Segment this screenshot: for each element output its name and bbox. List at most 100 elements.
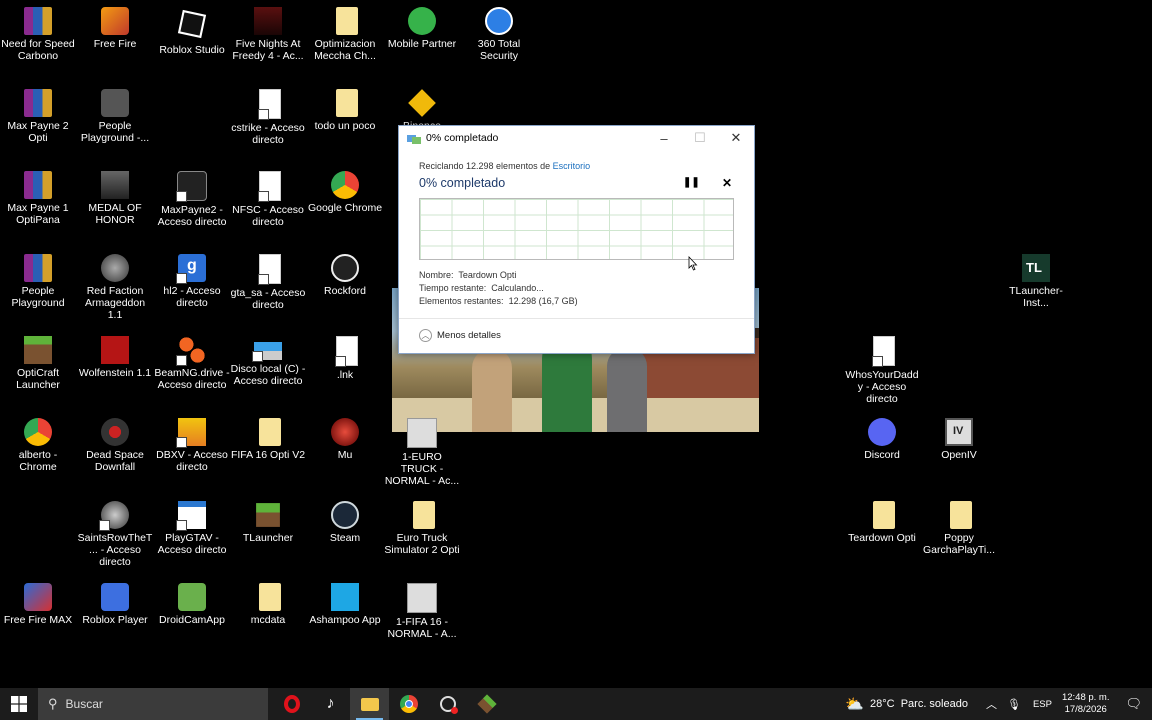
desktop-icon[interactable]: cstrike - Acceso directo [230,85,306,146]
desktop-icon[interactable]: Google Chrome [307,167,383,214]
desktop-icon[interactable]: DBXV - Acceso directo [154,414,230,473]
desktop-icon[interactable]: Five Nights At Freedy 4 - Ac... [230,3,306,62]
desktop-icon[interactable]: BeamNG.drive - Acceso directo [154,332,230,391]
medal-of-honor-icon [101,171,129,199]
winrar-icon [24,89,52,117]
desktop-icon[interactable]: Dead Space Downfall [77,414,153,473]
desktop-icon[interactable]: IV OpenIV [921,414,997,461]
desktop-icon-label: todo un poco [314,120,376,132]
less-details-button[interactable]: ︿ Menos detalles [419,329,501,342]
desktop-icon[interactable]: OptiCraft Launcher [0,332,76,391]
taskbar: ⚲ Buscar ♪ ⛅ 28°C Parc. soleado ︿ 🎙 ESP … [0,688,1152,720]
folder-icon [335,89,358,117]
minimize-button[interactable]: – [646,126,682,150]
desktop-icon[interactable]: MEDAL OF HONOR [77,167,153,226]
desktop-icon[interactable]: Teardown Opti [844,497,920,544]
windows-logo-icon [11,696,27,712]
folder-icon [258,418,281,446]
desktop-icon[interactable]: Optimizacion Meccha Ch... [307,3,383,62]
tlauncher-installer-icon: TL [1022,254,1050,282]
desktop-icon[interactable]: People Playground -... [77,85,153,144]
chevron-up-icon[interactable]: ︿ [986,696,997,712]
weather-text[interactable]: 28°C Parc. soleado [870,698,968,710]
settings-file-icon [407,418,437,448]
desktop-icon[interactable]: WhosYourDaddy - Acceso directo [844,332,920,405]
desktop-icon[interactable]: Need for Speed Carbono [0,3,76,62]
wolfenstein-icon [101,336,129,364]
roblox-icon [101,583,129,611]
notifications-icon[interactable]: 🗨 [1125,696,1142,712]
language-indicator[interactable]: ESP [1033,699,1052,710]
desktop-icon[interactable]: Free Fire [77,3,153,50]
minecraft-icon [476,694,497,714]
desktop-icon[interactable]: FIFA 16 Opti V2 [230,414,306,461]
weather-icon[interactable]: ⛅ [845,695,864,713]
mouse-cursor-icon [688,256,698,271]
desktop-icon-label: Teardown Opti [848,532,916,544]
taskbar-app-file-explorer[interactable] [350,688,389,720]
desktop-icon[interactable]: Max Payne 2 Opti [0,85,76,144]
desktop-icon[interactable]: Free Fire MAX [0,579,76,626]
taskbar-app-opera[interactable] [272,688,311,720]
desktop-icon[interactable]: mcdata [230,579,306,626]
taskbar-app-minecraft[interactable] [467,688,506,720]
dialog-title: 0% completado [426,132,499,144]
desktop-icon[interactable]: DroidCamApp [154,579,230,626]
chrome-icon [24,418,52,446]
desktop-icon[interactable]: Mobile Partner [384,3,460,50]
desktop-icon[interactable]: Rockford [307,250,383,297]
desktop-icon[interactable]: Roblox Studio [154,3,230,56]
start-button[interactable] [0,688,38,720]
desktop-icon[interactable]: Ashampoo App [307,579,383,626]
desktop-icon-label: TLauncher [242,532,294,544]
desktop-icon[interactable]: Roblox Player [77,579,153,626]
desktop-icon[interactable]: alberto - Chrome [0,414,76,473]
desktop-icon[interactable]: TLauncher [230,497,306,544]
taskbar-app-tiktok[interactable]: ♪ [311,688,350,720]
desktop-icon[interactable]: Red Faction Armageddon 1.1 [77,250,153,321]
pause-button[interactable]: ❚❚ [683,177,700,191]
desktop-icon[interactable]: MaxPayne2 - Acceso directo [154,167,230,228]
source-folder-link[interactable]: Escritorio [553,161,591,171]
clock[interactable]: 12:48 p. m. 17/8/2026 [1062,692,1110,716]
stop-button[interactable]: ✕ [720,176,734,190]
taskbar-search-box[interactable]: ⚲ Buscar [38,688,268,720]
maximize-button: ☐ [694,130,706,145]
desktop-icon[interactable]: gta_sa - Acceso directo [230,250,306,311]
desktop-icon[interactable]: NFSC - Acceso directo [230,167,306,228]
info-value: Teardown Opti [458,270,517,280]
close-button[interactable]: ✕ [718,126,754,150]
desktop-icon-label: cstrike - Acceso directo [231,122,305,146]
playgtav-icon [176,501,206,531]
microphone-icon[interactable]: 🎙 [1007,698,1021,711]
desktop-icon[interactable]: PlayGTAV - Acceso directo [154,497,230,556]
desktop-icon[interactable]: 1-FIFA 16 - NORMAL - A... [384,579,460,640]
desktop-icon[interactable]: Wolfenstein 1.1 [77,332,153,379]
taskbar-app-recorder[interactable] [428,688,467,720]
desktop-icon-label: Free Fire [93,38,137,50]
desktop-icon[interactable]: todo un poco [307,85,383,132]
desktop-icon[interactable]: Steam [307,497,383,544]
desktop-icon[interactable]: 360 Total Security [461,3,537,62]
droidcam-icon [178,583,206,611]
desktop-icon[interactable]: 1-EURO TRUCK - NORMAL - Ac... [384,414,460,487]
desktop-icon[interactable]: Discord [844,414,920,461]
desktop-icon[interactable]: Disco local (C) - Acceso directo [230,332,306,387]
desktop-icon-label: Max Payne 1 OptiPana [7,202,69,226]
openiv-icon: IV [945,418,973,446]
recorder-icon [439,696,458,714]
desktop-icon[interactable]: Mu [307,414,383,461]
taskbar-app-chrome[interactable] [389,688,428,720]
desktop-icon[interactable]: g hl2 - Acceso directo [154,250,230,309]
desktop-icon[interactable]: Max Payne 1 OptiPana [0,167,76,226]
desktop-icon-label: Five Nights At Freedy 4 - Ac... [232,38,304,62]
desktop-icon[interactable]: .lnk [307,332,383,381]
info-row-name: Nombre: Teardown Opti [419,270,516,280]
desktop-icon[interactable]: SaintsRowTheT... - Acceso directo [77,497,153,568]
desktop-icon[interactable]: TL TLauncher-Inst... [998,250,1074,309]
red-faction-icon [101,254,129,282]
desktop-icon[interactable]: Poppy GarchaPlayTi... [921,497,997,556]
dialog-titlebar[interactable]: 0% completado – ☐ ✕ [399,126,754,150]
desktop-icon[interactable]: Euro Truck Simulator 2 Opti [384,497,460,556]
desktop-icon[interactable]: People Playground [0,250,76,309]
